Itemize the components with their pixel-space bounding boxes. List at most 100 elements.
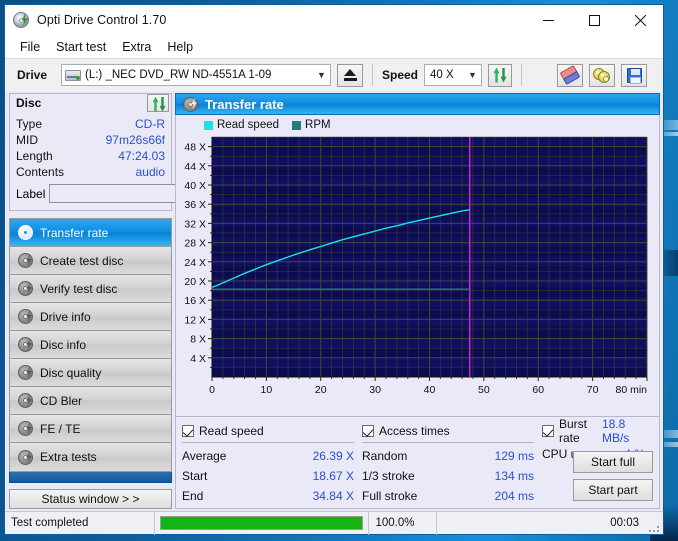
- burst-rate-row[interactable]: Burst rate 18.8 MB/s: [542, 417, 653, 445]
- drive-icon: [65, 68, 81, 82]
- disc-row-length: Length 47:24.03: [16, 148, 165, 164]
- stat-key: End: [182, 489, 204, 503]
- access-times-checkbox-row[interactable]: Access times: [362, 422, 542, 439]
- svg-text:80 min: 80 min: [615, 384, 647, 396]
- sidebar-item-label: Verify test disc: [40, 281, 118, 296]
- title-bar: Opti Drive Control 1.70: [5, 5, 663, 35]
- read-speed-checkbox-row[interactable]: Read speed: [182, 422, 362, 439]
- sidebar-item-cd-bler[interactable]: CD Bler: [10, 387, 171, 416]
- speed-select[interactable]: 40 X ▼: [424, 64, 483, 86]
- erase-button[interactable]: [557, 63, 584, 87]
- disc-refresh-button[interactable]: [147, 94, 169, 113]
- menu-help[interactable]: Help: [159, 38, 201, 56]
- plot-area[interactable]: 4 X 8 X 12 X 16 X 20 X 24 X 28 X 32 X 36 X 40 X 44…: [176, 133, 659, 416]
- access-times-title: Access times: [379, 423, 450, 438]
- divider: [182, 442, 354, 443]
- svg-text:24 X: 24 X: [184, 257, 206, 269]
- start-full-button[interactable]: Start full: [573, 451, 653, 473]
- stat-value: 26.39 X: [312, 449, 354, 463]
- svg-text:44 X: 44 X: [184, 161, 206, 173]
- stat-value: 129 ms: [494, 449, 534, 463]
- disc-panel-header: Disc: [9, 93, 172, 113]
- stat-row-random: Random 129 ms: [362, 446, 542, 466]
- disc-row-value: CD-R: [135, 117, 165, 132]
- disc-label-row: Label: [16, 183, 254, 205]
- sidebar-item-verify-test-disc[interactable]: Verify test disc: [10, 275, 171, 304]
- optical-disc-icon: [12, 11, 30, 29]
- stat-value: 18.67 X: [312, 469, 354, 483]
- svg-text:36 X: 36 X: [184, 199, 206, 211]
- sidebar-item-disc-info[interactable]: Disc info: [10, 331, 171, 360]
- drive-select[interactable]: (L:) _NEC DVD_RW ND-4551A 1-09 ▼: [61, 64, 331, 86]
- sidebar-item-label: Create test disc: [40, 253, 124, 268]
- start-part-button[interactable]: Start part: [573, 479, 653, 501]
- stat-row-third-stroke: 1/3 stroke 134 ms: [362, 466, 542, 486]
- elapsed-time: 00:03: [435, 511, 650, 535]
- save-button[interactable]: [621, 63, 648, 87]
- status-bar: Test completed 100.0% 00:03: [5, 511, 663, 535]
- svg-text:10: 10: [261, 384, 273, 396]
- sidebar-item-label: Disc quality: [40, 365, 102, 380]
- main-panel: Transfer rate Read speed RPM 4 X 8 X 12 X 1…: [175, 91, 663, 511]
- sidebar-item-label: Extra tests: [40, 450, 97, 465]
- sidebar-item-label: Drive info: [40, 309, 91, 324]
- svg-text:50: 50: [478, 384, 490, 396]
- burst-rate-checkbox[interactable]: [542, 424, 554, 437]
- svg-text:0: 0: [209, 384, 215, 396]
- sidebar-item-drive-info[interactable]: Drive info: [10, 303, 171, 332]
- stat-row-start: Start 18.67 X: [182, 466, 362, 486]
- sidebar-item-label: Disc info: [40, 337, 87, 352]
- stat-key: Full stroke: [362, 489, 418, 503]
- copy-disc-button[interactable]: [589, 63, 616, 87]
- svg-text:20: 20: [315, 384, 327, 396]
- eraser-icon: [559, 64, 581, 86]
- svg-text:12 X: 12 X: [184, 314, 206, 326]
- legend-swatch-rpm: [292, 120, 302, 130]
- two-discs-icon: [593, 67, 611, 83]
- chart-legend: Read speed RPM: [204, 119, 331, 131]
- refresh-button[interactable]: [488, 63, 513, 87]
- maximize-button[interactable]: [571, 5, 617, 35]
- application-window: Opti Drive Control 1.70 File Start test …: [4, 4, 664, 535]
- stat-key: Random: [362, 449, 408, 463]
- svg-text:28 X: 28 X: [184, 238, 206, 250]
- x-axis: 0 10 20 30 40 50 60 70 80 min: [209, 376, 648, 396]
- sidebar-item-extra-tests[interactable]: Extra tests: [10, 443, 171, 472]
- read-speed-checkbox[interactable]: [182, 424, 194, 437]
- svg-text:60: 60: [532, 384, 544, 396]
- legend-swatch-read-speed: [204, 120, 213, 130]
- start-buttons-group: Start full Start part: [573, 451, 653, 501]
- progress-bar-track: [160, 516, 363, 530]
- status-window-button[interactable]: Status window > >: [9, 488, 172, 509]
- disc-row-key: Type: [16, 117, 43, 132]
- minimize-button[interactable]: [525, 5, 571, 35]
- sidebar-item-disc-quality[interactable]: Disc quality: [10, 359, 171, 388]
- close-button[interactable]: [617, 5, 663, 35]
- disc-quality-icon: [18, 365, 33, 381]
- plot-gridlines: [211, 136, 648, 378]
- resize-grip[interactable]: [649, 512, 663, 535]
- stats-access-times-column: Access times Random 129 ms 1/3 stroke 13…: [362, 422, 542, 504]
- svg-text:16 X: 16 X: [184, 295, 206, 307]
- eject-icon: [344, 69, 356, 76]
- transfer-rate-plot[interactable]: 4 X 8 X 12 X 16 X 20 X 24 X 28 X 32 X 36 X 40 X 44…: [176, 133, 661, 403]
- window-title: Opti Drive Control 1.70: [37, 13, 167, 27]
- menu-extra[interactable]: Extra: [114, 38, 159, 56]
- eject-button[interactable]: [337, 63, 363, 87]
- speed-select-value: 40 X: [430, 69, 454, 81]
- sidebar-item-fe-te[interactable]: FE / TE: [10, 415, 171, 444]
- menu-start-test[interactable]: Start test: [48, 38, 114, 56]
- access-times-checkbox[interactable]: [362, 424, 374, 437]
- svg-text:30: 30: [369, 384, 381, 396]
- menu-file[interactable]: File: [12, 38, 48, 56]
- disc-row-key: MID: [16, 133, 38, 148]
- disc-row-key: Contents: [16, 165, 65, 180]
- verify-test-disc-icon: [18, 281, 33, 297]
- drive-toolbar: Drive (L:) _NEC DVD_RW ND-4551A 1-09 ▼ S…: [5, 58, 663, 91]
- nav-spacer: [9, 472, 172, 483]
- sidebar-item-transfer-rate[interactable]: Transfer rate: [10, 219, 171, 248]
- extra-tests-icon: [18, 449, 33, 465]
- disc-panel-title: Disc: [16, 96, 42, 111]
- stat-key: Average: [182, 449, 227, 463]
- sidebar-item-create-test-disc[interactable]: Create test disc: [10, 247, 171, 276]
